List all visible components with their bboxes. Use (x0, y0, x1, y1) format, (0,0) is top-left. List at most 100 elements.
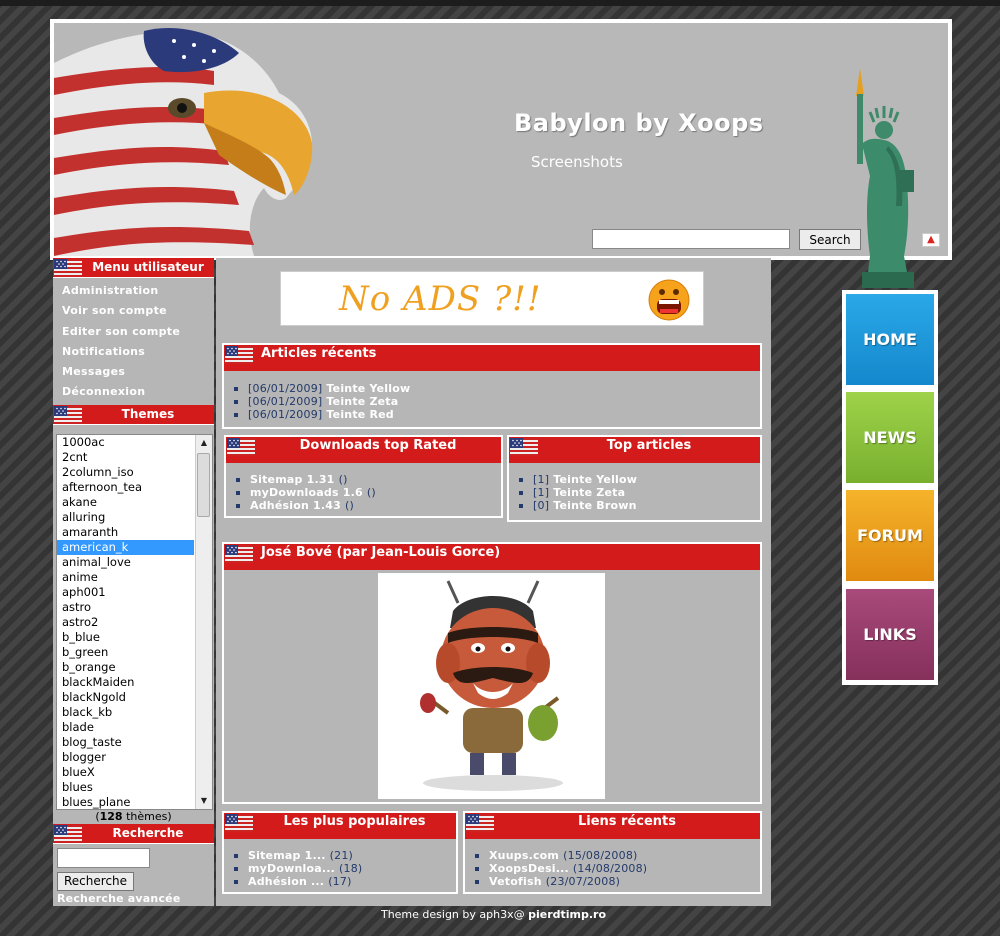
link-name[interactable]: Xuups.com (489, 849, 559, 862)
theme-option[interactable]: blackMaiden (57, 675, 194, 690)
site-header: Babylon by Xoops Screenshots Search ▲ (50, 19, 952, 260)
popular-title-bar: Les plus populaires (224, 813, 456, 839)
article-title[interactable]: Teinte Brown (553, 499, 636, 512)
theme-option[interactable]: american_k (57, 539, 194, 555)
theme-option[interactable]: astro (57, 600, 194, 615)
downloads-top-rated-block: Downloads top Rated Sitemap 1.31 () myDo… (224, 435, 503, 518)
advanced-search-link[interactable]: Recherche avancée (57, 892, 214, 905)
theme-option[interactable]: blogger (57, 750, 194, 765)
eagle-flag-logo (54, 23, 314, 256)
theme-option[interactable]: 2cnt (57, 450, 194, 465)
theme-option[interactable]: akane (57, 495, 194, 510)
theme-option[interactable]: blackNgold (57, 690, 194, 705)
theme-select-list[interactable]: 1000ac 2cnt 2column_iso afternoon_tea akane a… (56, 433, 213, 810)
article-title[interactable]: Teinte Zeta (553, 486, 625, 499)
footer-credit: Theme design by aph3x@ (380, 908, 529, 921)
user-menu-item-notifications[interactable]: Notifications (62, 342, 214, 362)
article-title[interactable]: Teinte Yellow (553, 473, 637, 486)
download-name[interactable]: myDownloads 1.6 (250, 486, 363, 499)
popular-name[interactable]: Adhésion ... (248, 875, 324, 888)
list-item[interactable]: [1] Teinte Zeta (519, 486, 760, 499)
user-menu-item-view-account[interactable]: Voir son compte (62, 301, 214, 321)
site-name: Babylon by Xoops (514, 109, 764, 137)
article-title[interactable]: Teinte Zeta (326, 395, 398, 408)
side-search-button[interactable]: Recherche (57, 871, 135, 891)
recent-articles-block: Articles récents [06/01/2009] Teinte Yel… (222, 343, 762, 429)
footer-site-link[interactable]: pierdtimp.ro (528, 908, 606, 921)
featured-title-bar: José Bové (par Jean-Louis Gorce) (224, 544, 760, 570)
top-articles-block: Top articles [1] Teinte Yellow [1] Teint… (507, 435, 762, 522)
scrollbar-thumb[interactable] (197, 452, 210, 517)
theme-list-scrollbar[interactable]: ▲ ▼ (195, 434, 212, 809)
user-menu-item-logout[interactable]: Déconnexion (62, 382, 214, 402)
rss-icon[interactable]: ▲ (922, 233, 940, 247)
theme-option[interactable]: blues_plane (57, 795, 194, 809)
list-item[interactable]: myDownloa... (18) (234, 862, 456, 875)
list-item[interactable]: [0] Teinte Brown (519, 499, 760, 512)
user-menu-item-edit-account[interactable]: Editer son compte (62, 322, 214, 342)
theme-count-suffix: thèmes (122, 809, 168, 823)
list-item[interactable]: [06/01/2009] Teinte Yellow (234, 382, 760, 395)
caricature-image[interactable] (378, 573, 605, 799)
scroll-down-icon[interactable]: ▼ (196, 793, 212, 809)
popular-name[interactable]: Sitemap 1... (248, 849, 326, 862)
theme-option[interactable]: blueX (57, 765, 194, 780)
list-item[interactable]: Xuups.com (15/08/2008) (475, 849, 760, 862)
theme-option[interactable]: alluring (57, 510, 194, 525)
themes-title-bar: Themes (53, 404, 214, 425)
download-name[interactable]: Adhésion 1.43 (250, 499, 341, 512)
article-count: [1] (533, 486, 550, 499)
side-search-input[interactable] (57, 847, 150, 868)
theme-option[interactable]: blues (57, 780, 194, 795)
theme-option[interactable]: blade (57, 720, 194, 735)
popular-count: (17) (328, 875, 352, 888)
theme-option[interactable]: amaranth (57, 525, 194, 540)
theme-option[interactable]: b_blue (57, 630, 194, 645)
top-articles-title: Top articles (606, 438, 692, 453)
scroll-up-icon[interactable]: ▲ (196, 435, 212, 451)
theme-option[interactable]: black_kb (57, 705, 194, 720)
theme-option[interactable]: b_orange (57, 660, 194, 675)
theme-option[interactable]: 2column_iso (57, 465, 194, 480)
list-item[interactable]: Vetofish (23/07/2008) (475, 875, 760, 888)
nav-home-button[interactable]: HOME (846, 294, 934, 385)
nav-links-button[interactable]: LINKS (846, 589, 934, 680)
link-name[interactable]: Vetofish (489, 875, 542, 888)
list-item[interactable]: Sitemap 1.31 () (236, 473, 501, 486)
flag-icon (54, 825, 82, 843)
popular-name[interactable]: myDownloa... (248, 862, 335, 875)
list-item[interactable]: myDownloads 1.6 () (236, 486, 501, 499)
nav-forum-button[interactable]: FORUM (846, 490, 934, 581)
theme-option[interactable]: blog_taste (57, 735, 194, 750)
theme-option[interactable]: astro2 (57, 615, 194, 630)
theme-option[interactable]: b_green (57, 645, 194, 660)
theme-option[interactable]: anime (57, 570, 194, 585)
list-item[interactable]: [06/01/2009] Teinte Zeta (234, 395, 760, 408)
shocked-smiley-icon (648, 279, 690, 321)
left-column: Menu utilisateur Administration Voir son… (53, 258, 214, 906)
theme-option[interactable]: animal_love (57, 555, 194, 570)
nav-news-button[interactable]: NEWS (846, 392, 934, 483)
list-item[interactable]: Adhésion 1.43 () (236, 499, 501, 512)
link-name[interactable]: XoopsDesi... (489, 862, 569, 875)
user-menu-item-administration[interactable]: Administration (62, 281, 214, 301)
list-item[interactable]: Adhésion ... (17) (234, 875, 456, 888)
list-item[interactable]: XoopsDesi... (14/08/2008) (475, 862, 760, 875)
theme-option[interactable]: aph001 (57, 585, 194, 600)
list-item[interactable]: [1] Teinte Yellow (519, 473, 760, 486)
search-block: Recherche Recherche avancée (53, 844, 214, 905)
list-item[interactable]: Sitemap 1... (21) (234, 849, 456, 862)
list-item[interactable]: [06/01/2009] Teinte Red (234, 408, 760, 421)
recent-links-block: Liens récents Xuups.com (15/08/2008) Xoo… (463, 811, 762, 894)
article-title[interactable]: Teinte Red (326, 408, 393, 421)
search-block-title: Recherche (112, 825, 184, 840)
ad-banner[interactable]: No ADS ?!! (280, 271, 704, 326)
theme-option[interactable]: afternoon_tea (57, 480, 194, 495)
download-name[interactable]: Sitemap 1.31 (250, 473, 335, 486)
user-menu-item-messages[interactable]: Messages (62, 362, 214, 382)
downloads-list: Sitemap 1.31 () myDownloads 1.6 () Adhés… (226, 463, 501, 512)
top-strip (0, 0, 1000, 6)
header-search-input[interactable] (592, 229, 790, 249)
article-title[interactable]: Teinte Yellow (326, 382, 410, 395)
theme-option[interactable]: 1000ac (57, 435, 194, 450)
